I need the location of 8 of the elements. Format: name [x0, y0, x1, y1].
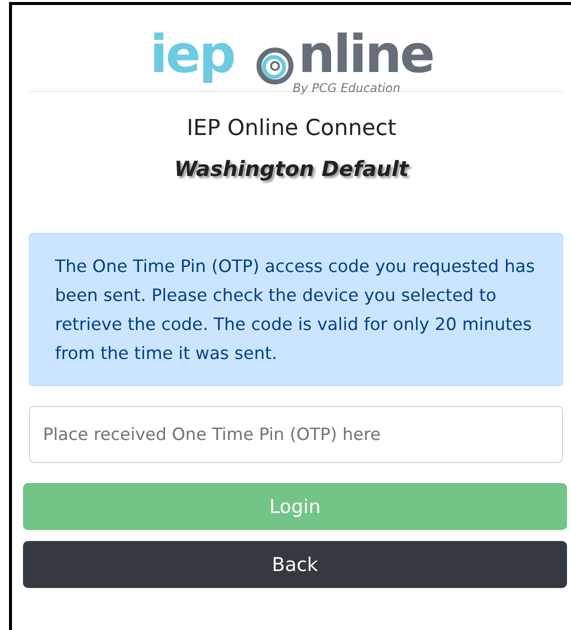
back-button[interactable]: Back [23, 541, 567, 588]
otp-input-field[interactable]: Place received One Time Pin (OTP) here [29, 406, 563, 463]
page-title: IEP Online Connect [186, 116, 396, 141]
logo-tagline: By PCG Education [292, 81, 400, 95]
page-subtitle: Washington Default [174, 157, 409, 181]
info-alert: The One Time Pin (OTP) access code you requested has been sent. Please check the device you selected to retrieve the code. The code is valid for only 20 minutes from the time it was sent. [29, 233, 563, 386]
swirl-icon [256, 47, 294, 85]
logo-text: iep [150, 25, 234, 85]
